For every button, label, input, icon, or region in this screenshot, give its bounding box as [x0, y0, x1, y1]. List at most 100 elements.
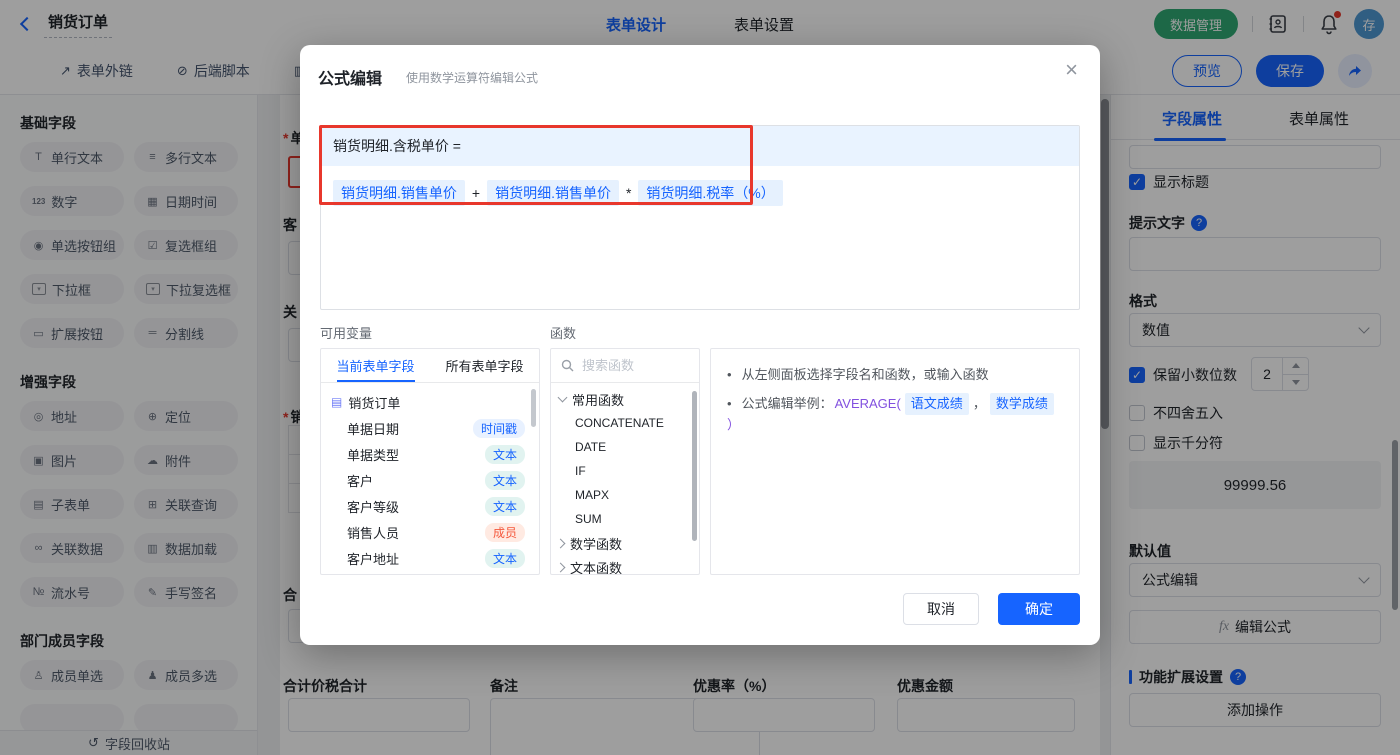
help-question-icon[interactable]: ? — [1230, 669, 1246, 685]
function-search[interactable] — [551, 349, 699, 383]
chevron-right-icon — [556, 538, 566, 548]
function-item[interactable]: DATE — [551, 435, 699, 459]
tab-current-form-fields[interactable]: 当前表单字段 — [321, 349, 430, 382]
sidebar-item-attachment[interactable]: ☁附件 — [134, 445, 238, 475]
field-input-discount-amount[interactable] — [897, 698, 1075, 732]
function-item[interactable]: CONCATENATE — [551, 411, 699, 435]
sidebar-item-member-single[interactable]: ♙成员单选 — [20, 660, 124, 690]
functions-scrollbar[interactable] — [692, 391, 697, 541]
sidebar-item-location[interactable]: ⊕定位 — [134, 401, 238, 431]
checkbox-checked-icon[interactable]: ✓ — [1129, 367, 1145, 383]
confirm-button[interactable]: 确定 — [998, 593, 1080, 625]
variable-row[interactable]: 客户等级文本 — [321, 493, 539, 519]
sidebar-item-dropdown[interactable]: ▾下拉框 — [20, 274, 124, 304]
sidebar-item-extend-button[interactable]: ▭扩展按钮 — [20, 318, 124, 348]
variable-row[interactable]: 客户文本 — [321, 467, 539, 493]
share-button[interactable] — [1338, 54, 1372, 88]
notification-bell-icon[interactable] — [1318, 13, 1340, 35]
sidebar-item-linked-data[interactable]: ∞关联数据 — [20, 533, 124, 563]
function-item[interactable]: IF — [551, 459, 699, 483]
variable-row[interactable]: 单据日期时间戳 — [321, 415, 539, 441]
tree-root-form[interactable]: ▤ 销货订单 — [321, 389, 539, 415]
avatar[interactable]: 存 — [1354, 9, 1384, 39]
sidebar-item-address[interactable]: ◎地址 — [20, 401, 124, 431]
formula-field-chip[interactable]: 销货明细.销售单价 — [333, 180, 465, 206]
field-recycle-bin[interactable]: ↺ 字段回收站 — [0, 730, 258, 755]
formula-editor-box[interactable]: 销货明细.含税单价 = 销货明细.销售单价 + 销货明细.销售单价 * 销货明细… — [320, 125, 1080, 310]
formula-field-chip[interactable]: 销货明细.税率（%） — [638, 180, 782, 206]
sidebar-item-radio-group[interactable]: ◉单选按钮组 — [20, 230, 124, 260]
address-book-icon[interactable] — [1267, 13, 1289, 35]
sidebar-item-data-load[interactable]: ▥数据加载 — [134, 533, 238, 563]
tab-form-design[interactable]: 表单设计 — [606, 14, 666, 35]
function-group-math[interactable]: 数学函数 — [551, 531, 699, 555]
edit-formula-button[interactable]: fx 编辑公式 — [1129, 610, 1381, 644]
sidebar-item-multi-line-text[interactable]: ≡多行文本 — [134, 142, 238, 172]
sidebar-item-image[interactable]: ▣图片 — [20, 445, 124, 475]
arrow-up-icon — [1292, 363, 1300, 368]
function-group-text[interactable]: 文本函数 — [551, 555, 699, 575]
canvas-scrollbar[interactable] — [1101, 99, 1109, 429]
tab-form-properties[interactable]: 表单属性 — [1289, 108, 1349, 129]
close-icon[interactable]: × — [1065, 59, 1078, 81]
toolbar-link-form-external[interactable]: ↗表单外链 — [60, 61, 133, 81]
tab-field-properties[interactable]: 字段属性 — [1162, 108, 1222, 129]
field-input-discount-rate[interactable] — [693, 698, 875, 732]
sidebar-item-serial-number[interactable]: №流水号 — [20, 577, 124, 607]
checkbox-checked-icon[interactable]: ✓ — [1129, 174, 1145, 190]
sidebar-item-number[interactable]: 123数字 — [20, 186, 124, 216]
stepper-arrows — [1282, 358, 1308, 390]
variable-row[interactable]: 销售人员成员 — [321, 519, 539, 545]
tab-all-form-fields[interactable]: 所有表单字段 — [430, 349, 539, 382]
variables-section-label: 可用变量 — [320, 323, 372, 342]
properties-scrollbar[interactable] — [1392, 440, 1398, 610]
stepper-up-button[interactable] — [1283, 358, 1308, 374]
decimal-checkbox-row[interactable]: ✓ 保留小数位数 — [1129, 365, 1237, 385]
sidebar-item-subform[interactable]: ▤子表单 — [20, 489, 124, 519]
decimal-stepper[interactable]: 2 — [1251, 357, 1309, 391]
function-item[interactable]: MAPX — [551, 483, 699, 507]
sidebar-item-single-line-text[interactable]: T单行文本 — [20, 142, 124, 172]
show-title-checkbox-row[interactable]: ✓ 显示标题 — [1129, 172, 1209, 192]
help-question-icon[interactable]: ? — [1191, 215, 1207, 231]
variable-row[interactable]: 单据类型文本 — [321, 441, 539, 467]
cancel-button[interactable]: 取消 — [903, 593, 979, 625]
title-input-partial[interactable] — [1129, 145, 1381, 169]
save-button[interactable]: 保存 — [1256, 55, 1324, 87]
tab-form-settings[interactable]: 表单设置 — [734, 14, 794, 35]
function-search-input[interactable] — [580, 357, 680, 374]
sidebar-item-checkbox-group[interactable]: ☑复选框组 — [134, 230, 238, 260]
back-icon[interactable] — [20, 17, 34, 31]
thousand-separator-checkbox-row[interactable]: 显示千分符 — [1129, 433, 1223, 453]
basic-fields-grid: T单行文本 ≡多行文本 123数字 ▦日期时间 ◉单选按钮组 ☑复选框组 ▾下拉… — [20, 142, 237, 348]
format-select[interactable]: 数值 — [1129, 313, 1381, 347]
data-manage-button[interactable]: 数据管理 — [1154, 9, 1238, 39]
default-value-select[interactable]: 公式编辑 — [1129, 563, 1381, 597]
sidebar-item-datetime[interactable]: ▦日期时间 — [134, 186, 238, 216]
checkbox-unchecked-icon[interactable] — [1129, 405, 1145, 421]
field-label-discount-rate: 优惠率（%） — [693, 676, 775, 696]
toolbar-link-backend-script[interactable]: ⊘后端脚本 — [177, 61, 250, 81]
decimal-value[interactable]: 2 — [1252, 358, 1282, 390]
checkbox-icon: ☑ — [146, 239, 159, 252]
add-action-button[interactable]: 添加操作 — [1129, 693, 1381, 727]
variables-scrollbar[interactable] — [531, 389, 536, 427]
checkbox-unchecked-icon[interactable] — [1129, 435, 1145, 451]
field-input-total[interactable] — [288, 698, 470, 732]
formula-expression[interactable]: 销货明细.销售单价 + 销货明细.销售单价 * 销货明细.税率（%） — [321, 166, 1079, 220]
sidebar-item-signature[interactable]: ✎手写签名 — [134, 577, 238, 607]
sidebar-item-dropdown-multi[interactable]: ▾下拉复选框 — [134, 274, 238, 304]
no-rounding-checkbox-row[interactable]: 不四舍五入 — [1129, 403, 1223, 423]
variable-row[interactable]: 客户地址文本 — [321, 545, 539, 571]
stepper-down-button[interactable] — [1283, 374, 1308, 391]
preview-button[interactable]: 预览 — [1172, 55, 1242, 87]
hint-text-input[interactable] — [1129, 237, 1381, 271]
sidebar-item-divider[interactable]: ═分割线 — [134, 318, 238, 348]
formula-field-chip[interactable]: 销货明细.销售单价 — [487, 180, 619, 206]
function-group-common[interactable]: 常用函数 — [551, 387, 699, 411]
sidebar-item-member-multi[interactable]: ♟成员多选 — [134, 660, 238, 690]
function-item[interactable]: SUM — [551, 507, 699, 531]
properties-tabs: 字段属性 表单属性 — [1111, 100, 1400, 140]
top-header: 销货订单 表单设计 表单设置 数据管理 存 — [0, 0, 1400, 48]
sidebar-item-linked-query[interactable]: ⊞关联查询 — [134, 489, 238, 519]
